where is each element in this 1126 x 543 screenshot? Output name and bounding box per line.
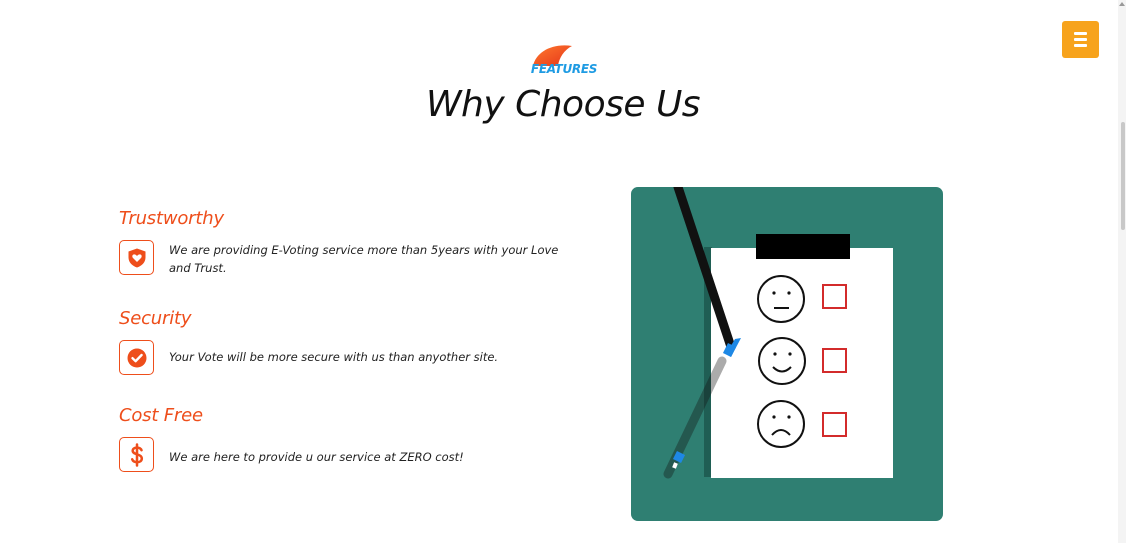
scroll-up-arrow-icon[interactable]	[1119, 2, 1125, 6]
scrollbar-track[interactable]	[1118, 0, 1126, 543]
menu-button[interactable]	[1062, 21, 1099, 58]
survey-clipboard-illustration	[631, 187, 943, 521]
check-circle-icon	[127, 348, 146, 367]
feature-description-trustworthy: We are providing E-Voting service more t…	[169, 243, 559, 275]
section-eyebrow: FEATURES	[526, 44, 602, 80]
feature-icon-box	[119, 437, 154, 472]
feature-title-cost-free: Cost Free	[119, 405, 203, 426]
scrollbar-thumb[interactable]	[1121, 122, 1125, 230]
dollar-icon	[130, 442, 143, 467]
feature-description-security: Your Vote will be more secure with us th…	[169, 350, 499, 364]
eyebrow-label: FEATURES	[530, 62, 598, 76]
feature-icon-box	[119, 340, 154, 375]
feature-description-cost-free: We are here to provide u our service at …	[169, 450, 464, 464]
happy-face-icon	[758, 337, 806, 385]
shield-heart-icon	[128, 248, 145, 267]
hamburger-menu-icon	[1074, 32, 1087, 35]
neutral-face-icon	[757, 275, 805, 323]
feature-icon-box	[119, 240, 154, 275]
feature-title-security: Security	[119, 308, 192, 329]
feature-title-trustworthy: Trustworthy	[119, 208, 224, 229]
section-title: Why Choose Us	[425, 84, 701, 125]
sad-face-icon	[757, 400, 805, 448]
